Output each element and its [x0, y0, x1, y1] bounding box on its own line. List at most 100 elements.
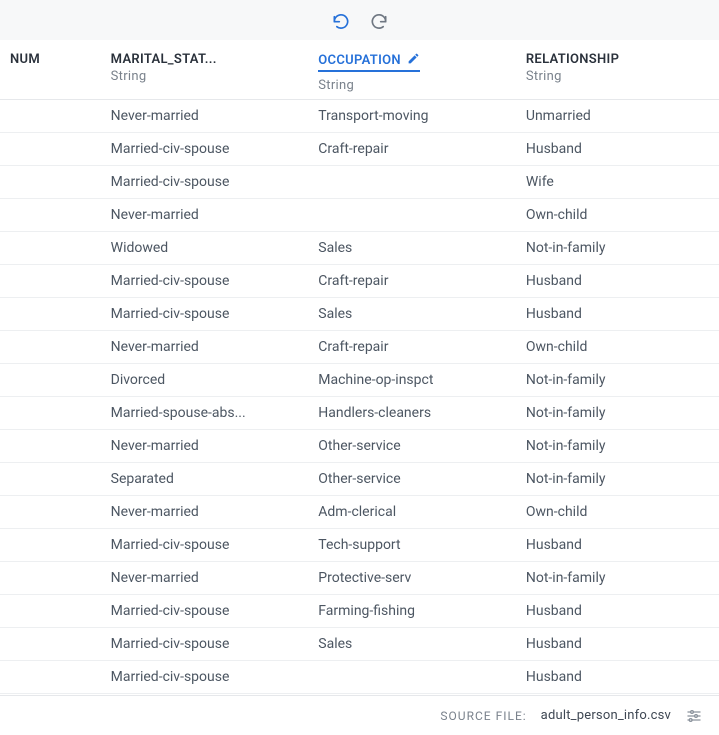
cell-occupation[interactable]: Handlers-cleaners: [308, 397, 516, 430]
table-row[interactable]: Never-marriedOther-serviceNot-in-familyA…: [0, 430, 719, 463]
cell-relationship[interactable]: Wife: [516, 166, 719, 199]
cell-num[interactable]: [0, 232, 101, 265]
cell-num[interactable]: [0, 133, 101, 166]
col-header-occupation[interactable]: OCCUPATION String: [308, 40, 516, 100]
cell-marital[interactable]: Married-civ-spouse: [101, 166, 309, 199]
cell-relationship[interactable]: Unmarried: [516, 100, 719, 133]
col-header-num[interactable]: NUM: [0, 40, 101, 100]
cell-occupation[interactable]: Protective-serv: [308, 562, 516, 595]
cell-marital[interactable]: Married-civ-spouse: [101, 133, 309, 166]
cell-marital[interactable]: Married-civ-spouse: [101, 595, 309, 628]
cell-num[interactable]: [0, 100, 101, 133]
cell-marital[interactable]: Never-married: [101, 100, 309, 133]
cell-occupation[interactable]: Sales: [308, 628, 516, 661]
cell-num[interactable]: [0, 595, 101, 628]
cell-num[interactable]: [0, 661, 101, 694]
cell-relationship[interactable]: Husband: [516, 265, 719, 298]
cell-occupation[interactable]: [308, 166, 516, 199]
cell-marital[interactable]: Married-civ-spouse: [101, 661, 309, 694]
cell-num[interactable]: [0, 562, 101, 595]
cell-relationship[interactable]: Husband: [516, 628, 719, 661]
cell-occupation[interactable]: Sales: [308, 232, 516, 265]
cell-marital[interactable]: Widowed: [101, 232, 309, 265]
cell-marital[interactable]: Married-civ-spouse: [101, 298, 309, 331]
cell-marital[interactable]: Never-married: [101, 331, 309, 364]
cell-num[interactable]: [0, 496, 101, 529]
cell-relationship[interactable]: Not-in-family: [516, 364, 719, 397]
cell-occupation[interactable]: Other-service: [308, 430, 516, 463]
cell-occupation[interactable]: [308, 661, 516, 694]
cell-occupation[interactable]: Craft-repair: [308, 265, 516, 298]
cell-marital[interactable]: Never-married: [101, 199, 309, 232]
table-row[interactable]: WidowedSalesNot-in-familyWhite: [0, 232, 719, 265]
table-row[interactable]: Never-marriedTransport-movingUnmarriedWh…: [0, 100, 719, 133]
cell-relationship[interactable]: Husband: [516, 529, 719, 562]
cell-num[interactable]: [0, 430, 101, 463]
table-row[interactable]: Never-marriedCraft-repairOwn-childAsian-…: [0, 331, 719, 364]
table-row[interactable]: Never-marriedAdm-clericalOwn-childBlack: [0, 496, 719, 529]
table-row[interactable]: Married-civ-spouseTech-supportHusbandWhi…: [0, 529, 719, 562]
table-row[interactable]: Married-civ-spouseCraft-repairHusbandWhi…: [0, 265, 719, 298]
grid-scroll[interactable]: NUM MARITAL_STAT... String OCCUPATION St…: [0, 40, 719, 695]
cell-occupation[interactable]: Transport-moving: [308, 100, 516, 133]
cell-occupation[interactable]: Machine-op-inspct: [308, 364, 516, 397]
cell-relationship[interactable]: Husband: [516, 661, 719, 694]
col-header-relationship[interactable]: RELATIONSHIP String: [516, 40, 719, 100]
cell-num[interactable]: [0, 199, 101, 232]
cell-marital[interactable]: Never-married: [101, 562, 309, 595]
cell-relationship[interactable]: Own-child: [516, 199, 719, 232]
cell-num[interactable]: [0, 265, 101, 298]
cell-marital[interactable]: Married-civ-spouse: [101, 628, 309, 661]
cell-marital[interactable]: Never-married: [101, 430, 309, 463]
table-row[interactable]: Married-civ-spouseFarming-fishingHusband…: [0, 595, 719, 628]
cell-occupation[interactable]: Craft-repair: [308, 133, 516, 166]
cell-num[interactable]: [0, 166, 101, 199]
table-row[interactable]: DivorcedMachine-op-inspctNot-in-familyWh…: [0, 364, 719, 397]
cell-occupation[interactable]: Craft-repair: [308, 331, 516, 364]
cell-num[interactable]: [0, 529, 101, 562]
cell-marital[interactable]: Married-civ-spouse: [101, 529, 309, 562]
cell-relationship[interactable]: Not-in-family: [516, 232, 719, 265]
sliders-icon[interactable]: [685, 707, 703, 725]
table-row[interactable]: Married-civ-spouseHusbandWhite: [0, 661, 719, 694]
cell-relationship[interactable]: Husband: [516, 133, 719, 166]
cell-relationship[interactable]: Not-in-family: [516, 463, 719, 496]
cell-num[interactable]: [0, 397, 101, 430]
cell-relationship[interactable]: Husband: [516, 298, 719, 331]
cell-relationship[interactable]: Own-child: [516, 496, 719, 529]
cell-marital[interactable]: Divorced: [101, 364, 309, 397]
cell-occupation[interactable]: Tech-support: [308, 529, 516, 562]
cell-num[interactable]: [0, 628, 101, 661]
cell-marital[interactable]: Separated: [101, 463, 309, 496]
cell-relationship[interactable]: Not-in-family: [516, 430, 719, 463]
table-row[interactable]: Married-civ-spouseCraft-repairHusbandWhi…: [0, 133, 719, 166]
cell-occupation[interactable]: [308, 199, 516, 232]
cell-marital[interactable]: Married-civ-spouse: [101, 265, 309, 298]
table-row[interactable]: Never-marriedOwn-childWhite: [0, 199, 719, 232]
cell-occupation[interactable]: Other-service: [308, 463, 516, 496]
cell-occupation[interactable]: Sales: [308, 298, 516, 331]
cell-num[interactable]: [0, 298, 101, 331]
cell-occupation[interactable]: Farming-fishing: [308, 595, 516, 628]
cell-num[interactable]: [0, 364, 101, 397]
cell-relationship[interactable]: Not-in-family: [516, 562, 719, 595]
redo-icon[interactable]: [369, 10, 389, 30]
cell-num[interactable]: [0, 463, 101, 496]
table-row[interactable]: SeparatedOther-serviceNot-in-familyBlack: [0, 463, 719, 496]
table-row[interactable]: Never-marriedProtective-servNot-in-famil…: [0, 562, 719, 595]
col-header-marital[interactable]: MARITAL_STAT... String: [101, 40, 309, 100]
undo-icon[interactable]: [331, 10, 351, 30]
table-row[interactable]: Married-civ-spouseSalesHusbandWhite: [0, 298, 719, 331]
pencil-icon[interactable]: [407, 52, 420, 69]
cell-marital[interactable]: Married-spouse-abs...: [101, 397, 309, 430]
cell-relationship[interactable]: Own-child: [516, 331, 719, 364]
cell-relationship[interactable]: Husband: [516, 595, 719, 628]
table-row[interactable]: Married-spouse-abs...Handlers-cleanersNo…: [0, 397, 719, 430]
cell-num[interactable]: [0, 331, 101, 364]
table-row[interactable]: Married-civ-spouseWifeWhite: [0, 166, 719, 199]
cell-relationship[interactable]: Not-in-family: [516, 397, 719, 430]
data-table: NUM MARITAL_STAT... String OCCUPATION St…: [0, 40, 719, 694]
cell-occupation[interactable]: Adm-clerical: [308, 496, 516, 529]
table-row[interactable]: Married-civ-spouseSalesHusbandWhite: [0, 628, 719, 661]
cell-marital[interactable]: Never-married: [101, 496, 309, 529]
